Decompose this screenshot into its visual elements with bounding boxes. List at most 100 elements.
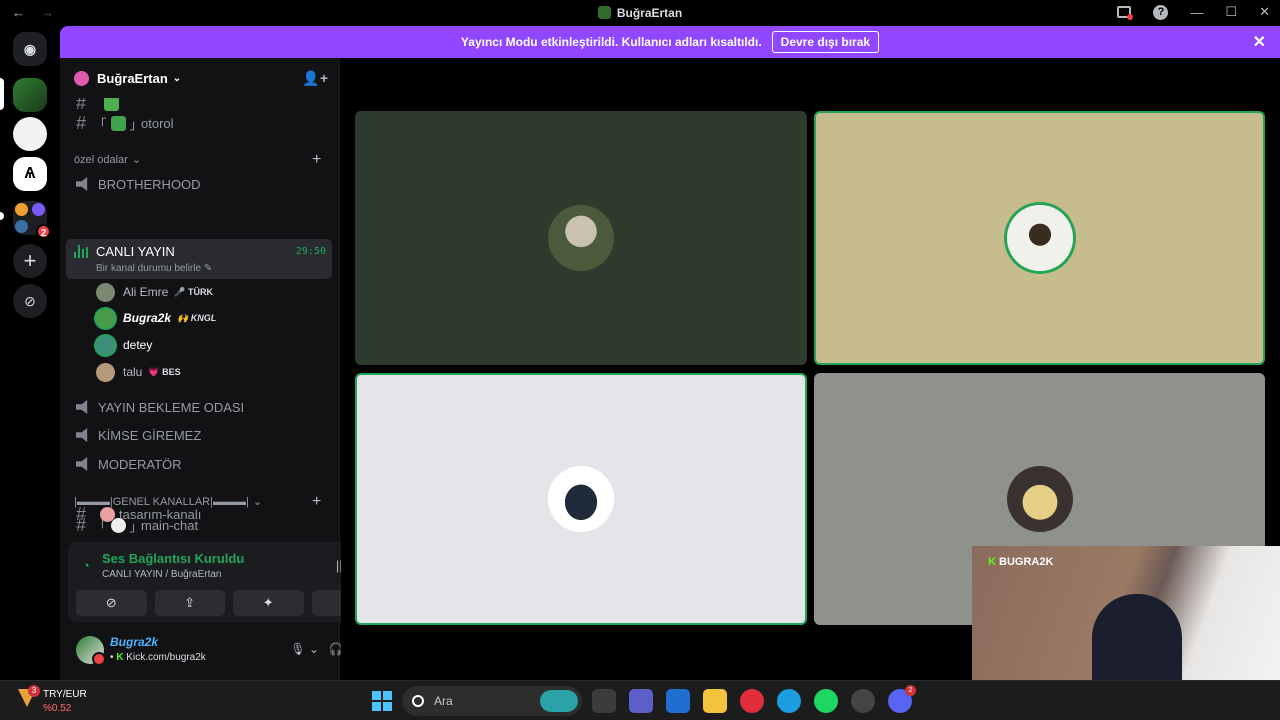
participant-tile[interactable] xyxy=(355,373,807,625)
voice-member[interactable]: detey xyxy=(96,334,152,356)
kick-icon: K xyxy=(116,652,124,663)
chevron-down-icon: ⌄ xyxy=(131,154,142,166)
taskbar: 3 TRY/EUR %0.52 Ara 2 xyxy=(0,680,1280,720)
taskbar-search[interactable]: Ara xyxy=(402,686,582,716)
call-timer: 29:50 xyxy=(295,246,326,257)
teams-icon[interactable] xyxy=(629,689,653,713)
discord-window: ← → BuğraErtan ? — ☐ ✕ ◉ Ѧ 2 + ⊘ Yayıncı… xyxy=(0,0,1280,720)
server-avatar-3[interactable]: Ѧ xyxy=(13,157,47,191)
username[interactable]: Bugra2k xyxy=(110,635,158,649)
checkmark-emoji-icon xyxy=(110,115,126,131)
window-title: BuğraErtan xyxy=(0,6,1280,20)
disable-streamer-mode-button[interactable]: Devre dışı bırak xyxy=(771,31,880,53)
voice-member[interactable]: talu 💗 BES xyxy=(96,361,181,383)
discord-icon[interactable]: 2 xyxy=(888,685,916,713)
folder-server-icon xyxy=(15,203,28,216)
notification-badge: 3 xyxy=(28,685,40,697)
signal-icon[interactable]: ◔ xyxy=(82,558,90,573)
server-avatar-2[interactable] xyxy=(13,117,47,151)
discord-home-icon[interactable]: ◉ xyxy=(13,32,47,66)
folder-server-icon xyxy=(32,203,45,216)
speaker-icon xyxy=(76,457,88,471)
voice-channel-kimse-giremez[interactable]: KİMSE GİREMEZ xyxy=(68,422,332,448)
edge-icon[interactable] xyxy=(777,689,801,713)
avatar xyxy=(96,335,115,355)
channel-sidebar: BuğraErtan ⌄ 👤+ # # ｢ ｣ otorol özel odal… xyxy=(60,58,390,680)
channel-design[interactable]: # tasarım-kanalı xyxy=(68,501,332,527)
server-icon xyxy=(597,6,611,19)
guild-header[interactable]: BuğraErtan ⌄ 👤+ xyxy=(60,58,340,98)
unread-indicator xyxy=(0,212,4,220)
invite-people-icon[interactable]: 👤+ xyxy=(302,70,328,87)
voice-member[interactable]: Bugra2k 🙌 KNGL xyxy=(96,307,216,329)
avatar xyxy=(548,466,614,532)
custom-status: • K Kick.com/bugra2k xyxy=(110,652,206,663)
avatar xyxy=(96,362,115,382)
create-channel-icon[interactable]: + xyxy=(312,151,321,169)
chevron-down-icon: ⌄ xyxy=(172,72,182,84)
kick-watermark: K BUGRA2K xyxy=(988,556,1054,568)
minimize-button[interactable]: — xyxy=(1190,5,1203,20)
folder-server-icon xyxy=(15,220,28,233)
obs-icon[interactable] xyxy=(851,689,875,713)
close-banner-icon[interactable]: ✕ xyxy=(1253,32,1266,52)
notification-badge: 2 xyxy=(905,685,916,696)
file-manager-icon[interactable] xyxy=(592,689,616,713)
banner-message: Yayıncı Modu etkinleştirildi. Kullanıcı … xyxy=(460,35,762,49)
speaker-icon xyxy=(76,428,88,442)
channel-otorol[interactable]: # ｢ ｣ otorol xyxy=(68,110,332,136)
activities-button[interactable]: ✦ xyxy=(233,590,304,616)
participant-tile[interactable] xyxy=(814,111,1265,365)
avatar xyxy=(548,205,614,271)
close-window-button[interactable]: ✕ xyxy=(1259,4,1270,20)
store-icon[interactable] xyxy=(666,689,690,713)
voice-channel-canli-yayin[interactable]: CANLI YAYIN Bir kanal durumu belirle ✎ 2… xyxy=(66,239,332,279)
window-controls: ? — ☐ ✕ xyxy=(1117,4,1270,20)
guild-name: BuğraErtan xyxy=(97,70,168,86)
guild-icon xyxy=(74,70,89,86)
avatar xyxy=(1006,466,1073,532)
maximize-button[interactable]: ☐ xyxy=(1225,4,1237,20)
hash-icon: # xyxy=(76,112,87,133)
avatar xyxy=(1006,205,1073,271)
explorer-icon[interactable] xyxy=(703,689,727,713)
voice-channel-brotherhood[interactable]: BROTHERHOOD xyxy=(68,171,332,197)
speaker-icon xyxy=(76,400,88,414)
avatar xyxy=(96,308,115,328)
speaker-icon xyxy=(76,177,88,191)
camera-off-button[interactable]: ⊘ xyxy=(76,590,147,616)
server-folder[interactable]: 2 xyxy=(13,201,51,239)
live-audio-icon xyxy=(74,245,88,258)
microphone-icon[interactable]: 🎙 ⌄ xyxy=(290,642,319,656)
avatar xyxy=(96,282,115,302)
share-screen-button[interactable]: ⇪ xyxy=(154,590,225,616)
spotify-icon[interactable] xyxy=(814,689,838,713)
voice-location[interactable]: CANLI YAYIN / BuğraErtan xyxy=(102,569,222,580)
voice-status[interactable]: Ses Bağlantısı Kuruldu xyxy=(102,551,244,566)
streamer-mode-banner: Yayıncı Modu etkinleştirildi. Kullanıcı … xyxy=(60,26,1280,58)
participant-tile[interactable] xyxy=(355,111,807,365)
search-icon xyxy=(412,695,424,707)
inbox-icon[interactable] xyxy=(1117,6,1134,20)
add-server-button[interactable]: + xyxy=(13,244,47,278)
server-rail: ◉ Ѧ 2 + ⊘ xyxy=(0,26,60,680)
server-buğraertan[interactable] xyxy=(13,78,47,112)
voice-channel-waiting-room[interactable]: YAYIN BEKLEME ODASI xyxy=(68,394,332,420)
active-server-indicator xyxy=(0,78,4,110)
bing-highlight-icon[interactable] xyxy=(540,690,578,712)
title-bar: ← → BuğraErtan ? — ☐ ✕ xyxy=(0,0,1280,26)
opera-icon[interactable] xyxy=(740,689,764,713)
voice-member[interactable]: Ali Emre 🎤 TÜRK xyxy=(96,281,213,303)
explore-servers-button[interactable]: ⊘ xyxy=(13,284,47,318)
voice-channel-moderator[interactable]: MODERATÖR xyxy=(68,451,332,477)
channel-list: # # ｢ ｣ otorol özel odalar ⌄ + BROTHERHO… xyxy=(60,98,340,538)
help-icon[interactable]: ? xyxy=(1153,4,1169,20)
voice-actions: ⊘ ⇪ ✦ ✷ xyxy=(76,590,382,616)
hash-icon: # xyxy=(76,503,87,524)
category-private-rooms[interactable]: özel odalar ⌄ + xyxy=(74,151,321,168)
start-button[interactable] xyxy=(372,691,392,711)
mention-badge: 2 xyxy=(36,224,51,239)
pinned-apps: 2 xyxy=(592,685,916,713)
palette-icon xyxy=(100,506,115,522)
avatar[interactable] xyxy=(76,636,106,666)
